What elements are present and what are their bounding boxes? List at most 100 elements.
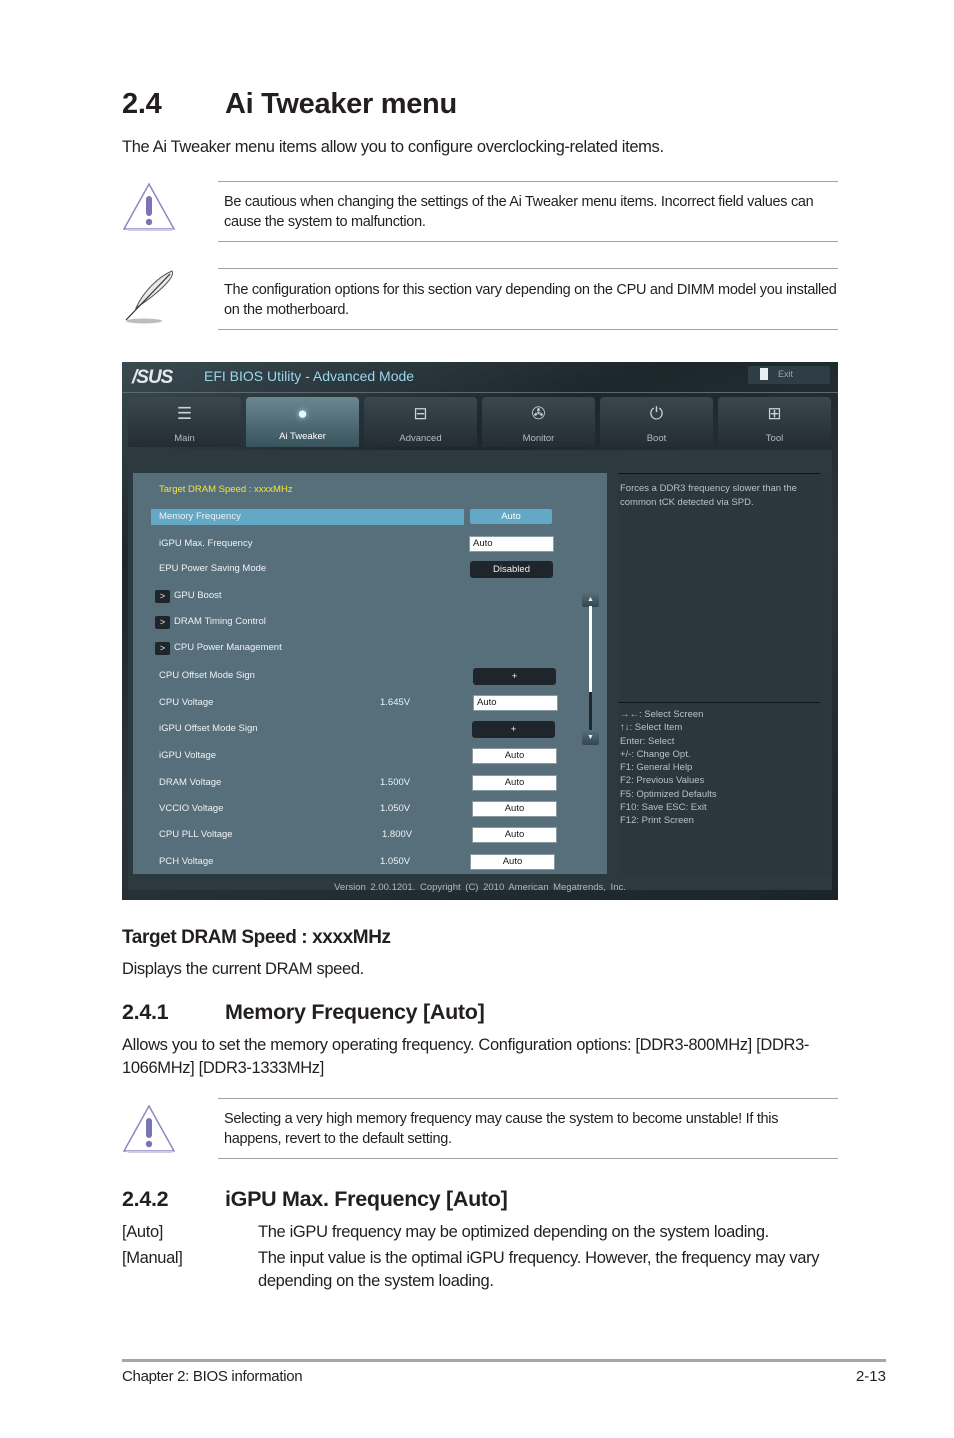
target-dram-label: Target DRAM Speed : xxxxMHz [159,484,293,495]
igpu-max-frequency-input[interactable]: Auto [469,536,554,552]
submenu-gpu-boost[interactable]: > GPU Boost [133,590,607,608]
subsection-title: Memory Frequency [Auto] [225,1000,485,1024]
setting-row-igpu-voltage[interactable]: iGPU Voltage Auto [133,748,607,766]
settings-panel: Target DRAM Speed : xxxxMHz Memory Frequ… [133,473,607,874]
tab-label: Tool [765,433,784,444]
list-icon: ☰ [176,404,193,423]
note-divider [218,1098,838,1099]
warning-note-text: Be cautious when changing the settings o… [224,194,814,230]
setting-label: CPU PLL Voltage [159,829,233,840]
help-key-line: +/-: Change Opt. [620,748,691,760]
help-key-line: F5: Optimized Defaults [620,788,717,800]
setting-row-memory-frequency[interactable]: Memory Frequency Auto [133,509,607,527]
tab-label: Monitor [522,433,555,444]
pch-voltage-input[interactable]: Auto [470,854,555,870]
setting-row-cpu-offset-mode-sign[interactable]: CPU Offset Mode Sign + [133,668,607,686]
bios-screenshot: /SUS EFI BIOS Utility - Advanced Mode Ex… [122,362,838,900]
setting-row-dram-voltage[interactable]: DRAM Voltage 1.500V Auto [133,775,607,793]
footer-chapter: Chapter 2: BIOS information [122,1368,303,1385]
help-divider [618,702,820,703]
help-key-line: F1: General Help [620,762,693,774]
scroll-down-button[interactable]: ▼ [582,730,599,745]
help-key-line: →←: Select Screen [620,709,704,720]
subsection-heading-memory-frequency: 2.4.1 Memory Frequency [Auto] [122,1000,485,1025]
advanced-icon: ⊟ [413,404,428,423]
submenu-label: GPU Boost [174,590,222,601]
target-dram-row: Target DRAM Speed : xxxxMHz [133,482,607,500]
target-dram-text: Displays the current DRAM speed. [122,960,364,978]
bios-version: Version 2.00.1201. Copyright (C) 2010 Am… [334,882,626,893]
tab-boot[interactable]: ⏻ Boot [600,397,713,447]
scrollbar-track[interactable] [589,692,592,732]
setting-label: VCCIO Voltage [159,803,224,814]
setting-row-epu-power-saving[interactable]: EPU Power Saving Mode Disabled [133,561,607,579]
footer-page-number: 2-13 [855,1368,886,1385]
tab-tool[interactable]: ⊞ Tool [718,397,831,447]
option-desc: The input value is the optimal iGPU freq… [258,1249,820,1290]
setting-value: 1.050V [380,803,411,814]
exit-button[interactable]: Exit [748,366,830,384]
submenu-dram-timing-control[interactable]: > DRAM Timing Control [133,616,607,634]
help-keys: →←: Select Screen ↑↓: Select Item Enter:… [620,708,825,828]
vccio-voltage-input[interactable]: Auto [472,801,557,817]
setting-row-pch-voltage[interactable]: PCH Voltage 1.050V Auto [133,854,607,872]
tab-label: Main [174,433,195,444]
submenu-label: DRAM Timing Control [174,616,266,627]
subsection-heading-igpu-max-frequency: 2.4.2 iGPU Max. Frequency [Auto] [122,1187,508,1212]
setting-label: iGPU Offset Mode Sign [159,723,258,734]
setting-row-cpu-voltage[interactable]: CPU Voltage 1.645V Auto [133,695,607,713]
setting-label: Memory Frequency [159,511,241,522]
submenu-arrow-icon: > [155,590,170,603]
epu-power-saving-select[interactable]: Disabled [470,561,553,578]
subsection-title: iGPU Max. Frequency [Auto] [225,1187,508,1211]
option-row-manual: [Manual] The input value is the optimal … [122,1247,862,1293]
setting-value: 1.645V [380,697,411,708]
help-description: Forces a DDR3 frequency slower than the … [620,483,797,508]
toolbox-icon: ⊞ [767,404,782,423]
setting-label: iGPU Max. Frequency [159,538,253,549]
memory-frequency-select[interactable]: Auto [470,509,552,524]
dram-voltage-input[interactable]: Auto [472,775,557,791]
cpu-pll-voltage-input[interactable]: Auto [472,827,557,843]
tab-label: Advanced [399,433,442,444]
setting-label: PCH Voltage [159,856,214,867]
setting-value: 1.050V [380,856,411,867]
note-divider [218,1158,838,1159]
tab-monitor[interactable]: ✇ Monitor [482,397,595,447]
scrollbar-thumb[interactable] [589,606,592,692]
exit-door-icon [760,368,768,380]
help-key-line: F10: Save ESC: Exit [620,802,707,814]
warning-icon [122,182,176,231]
target-dram-heading: Target DRAM Speed : xxxxMHz [122,927,391,948]
cpu-offset-sign-select[interactable]: + [473,668,556,685]
bios-title-bar: /SUS EFI BIOS Utility - Advanced Mode Ex… [122,362,838,392]
cpu-voltage-input[interactable]: Auto [473,695,558,711]
note-divider [218,329,838,330]
tab-label: Boot [646,433,667,444]
igpu-voltage-input[interactable]: Auto [472,748,557,764]
help-divider [618,473,820,474]
setting-label: DRAM Voltage [159,777,222,788]
setting-row-igpu-max-frequency[interactable]: iGPU Max. Frequency Auto [133,536,607,554]
option-key: [Auto] [122,1223,164,1241]
setting-label: CPU Voltage [159,697,214,708]
setting-row-vccio-voltage[interactable]: VCCIO Voltage 1.050V Auto [133,801,607,819]
memory-frequency-text: Allows you to set the memory operating f… [122,1036,810,1077]
note-divider [218,181,838,182]
tab-main[interactable]: ☰ Main [128,397,241,447]
scroll-up-button[interactable]: ▲ [582,592,599,607]
setting-label: EPU Power Saving Mode [159,563,267,574]
submenu-cpu-power-management[interactable]: > CPU Power Management [133,642,607,660]
submenu-arrow-icon: > [155,616,170,629]
subsection-number: 2.4.1 [122,1000,169,1024]
ai-tweaker-icon: ● [297,404,308,423]
exit-label: Exit [778,369,794,379]
setting-row-igpu-offset-mode-sign[interactable]: iGPU Offset Mode Sign + [133,721,607,739]
note-divider [218,268,838,269]
tab-advanced[interactable]: ⊟ Advanced [364,397,477,447]
setting-row-cpu-pll-voltage[interactable]: CPU PLL Voltage 1.800V Auto [133,827,607,845]
submenu-arrow-icon: > [155,642,170,655]
tab-ai-tweaker[interactable]: ● Ai Tweaker [246,397,359,447]
option-row-auto: [Auto] The iGPU frequency may be optimiz… [122,1221,862,1244]
igpu-offset-sign-select[interactable]: + [472,721,555,738]
